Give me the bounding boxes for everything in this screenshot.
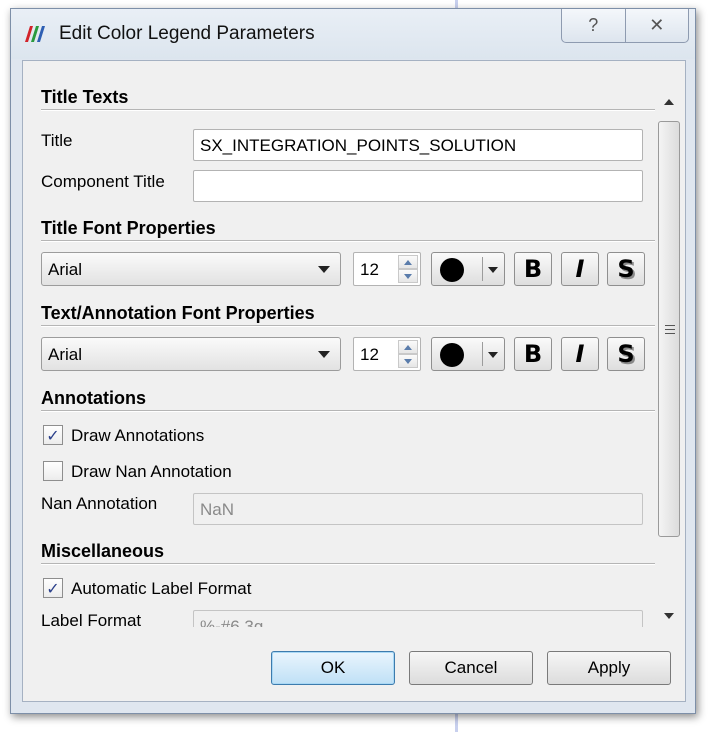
component-title-input[interactable] <box>193 170 643 202</box>
title-label: Title <box>41 131 73 150</box>
title-shadow-button[interactable]: S <box>607 252 645 286</box>
chevron-down-icon <box>488 267 498 273</box>
arrow-down-icon <box>404 358 412 364</box>
section-title-font: Title Font Properties <box>41 218 216 238</box>
text-italic-button[interactable]: I <box>561 337 599 371</box>
chevron-down-icon <box>318 351 330 358</box>
component-title-label: Component Title <box>41 172 165 191</box>
draw-annotations-checkbox[interactable]: ✓ <box>43 425 63 445</box>
spin-down-button[interactable] <box>398 354 418 368</box>
scroll-down-icon[interactable] <box>664 613 674 619</box>
scroll-up-icon[interactable] <box>664 99 674 105</box>
window-controls: ? ✕ <box>561 9 689 43</box>
text-shadow-button[interactable]: S <box>607 337 645 371</box>
section-divider <box>41 325 655 327</box>
scroll-area: Title Texts Title SX_INTEGRATION_POINTS_… <box>23 61 687 627</box>
close-icon: ✕ <box>649 15 665 35</box>
text-bold-button[interactable]: B <box>514 337 552 371</box>
section-text-font: Text/Annotation Font Properties <box>41 303 315 323</box>
help-icon: ? <box>588 15 599 35</box>
text-font-color-button[interactable] <box>431 337 505 371</box>
automatic-label-format-checkbox[interactable]: ✓ <box>43 578 63 598</box>
scrollbar-thumb[interactable] <box>658 121 680 537</box>
grip-line <box>665 329 675 330</box>
shadow-icon: S <box>617 340 635 368</box>
italic-icon: I <box>575 340 585 368</box>
chevron-down-icon <box>318 266 330 273</box>
apply-button[interactable]: Apply <box>547 651 671 685</box>
label-format-input[interactable]: %-#6.3g <box>193 610 643 627</box>
title-font-size-value: 12 <box>360 260 379 279</box>
divider <box>482 257 483 281</box>
section-divider <box>41 563 655 565</box>
title-font-family-value: Arial <box>48 260 83 279</box>
chevron-down-icon <box>488 352 498 358</box>
section-annotations: Annotations <box>41 388 146 408</box>
section-miscellaneous: Miscellaneous <box>41 541 165 561</box>
title-bold-button[interactable]: B <box>514 252 552 286</box>
checkmark-icon: ✓ <box>46 578 60 598</box>
arrow-up-icon <box>404 344 412 350</box>
grip-line <box>665 333 675 334</box>
title-input[interactable]: SX_INTEGRATION_POINTS_SOLUTION <box>193 129 643 161</box>
text-font-size-value: 12 <box>360 345 379 364</box>
cancel-button[interactable]: Cancel <box>409 651 533 685</box>
app-logo-icon <box>25 26 45 42</box>
help-button[interactable]: ? <box>562 9 625 42</box>
text-font-family-select[interactable]: Arial <box>41 337 341 371</box>
shadow-icon: S <box>617 255 635 283</box>
draw-nan-annotation-checkbox[interactable] <box>43 461 63 481</box>
section-divider <box>41 240 655 242</box>
section-divider <box>41 410 655 412</box>
title-bar: Edit Color Legend Parameters ? ✕ <box>11 9 695 59</box>
title-font-size-spinbox[interactable]: 12 <box>353 252 421 286</box>
spin-down-button[interactable] <box>398 269 418 283</box>
bold-icon: B <box>523 255 543 283</box>
close-button[interactable]: ✕ <box>624 9 689 42</box>
spin-up-button[interactable] <box>398 255 418 269</box>
divider <box>482 342 483 366</box>
automatic-label-format-label[interactable]: Automatic Label Format <box>71 579 251 599</box>
color-swatch-icon <box>440 258 464 282</box>
color-swatch-icon <box>440 343 464 367</box>
grip-line <box>665 325 675 326</box>
section-divider <box>41 109 655 111</box>
text-font-size-spinbox[interactable]: 12 <box>353 337 421 371</box>
vertical-scrollbar[interactable] <box>657 91 681 629</box>
section-title-texts: Title Texts <box>41 87 129 107</box>
dialog-window: Edit Color Legend Parameters ? ✕ Title T… <box>10 8 696 714</box>
arrow-down-icon <box>404 273 412 279</box>
nan-annotation-label: Nan Annotation <box>41 494 158 513</box>
ok-button[interactable]: OK <box>271 651 395 685</box>
window-title: Edit Color Legend Parameters <box>59 23 315 44</box>
italic-icon: I <box>575 255 585 283</box>
bold-icon: B <box>523 340 543 368</box>
draw-annotations-label[interactable]: Draw Annotations <box>71 426 204 446</box>
arrow-up-icon <box>404 259 412 265</box>
title-font-color-button[interactable] <box>431 252 505 286</box>
draw-nan-annotation-label[interactable]: Draw Nan Annotation <box>71 462 232 482</box>
title-italic-button[interactable]: I <box>561 252 599 286</box>
nan-annotation-input[interactable]: NaN <box>193 493 643 525</box>
dialog-body: Title Texts Title SX_INTEGRATION_POINTS_… <box>22 60 686 702</box>
label-format-label: Label Format <box>41 611 142 627</box>
checkmark-icon: ✓ <box>46 425 60 445</box>
text-font-family-value: Arial <box>48 345 83 364</box>
title-font-family-select[interactable]: Arial <box>41 252 341 286</box>
spin-up-button[interactable] <box>398 340 418 354</box>
